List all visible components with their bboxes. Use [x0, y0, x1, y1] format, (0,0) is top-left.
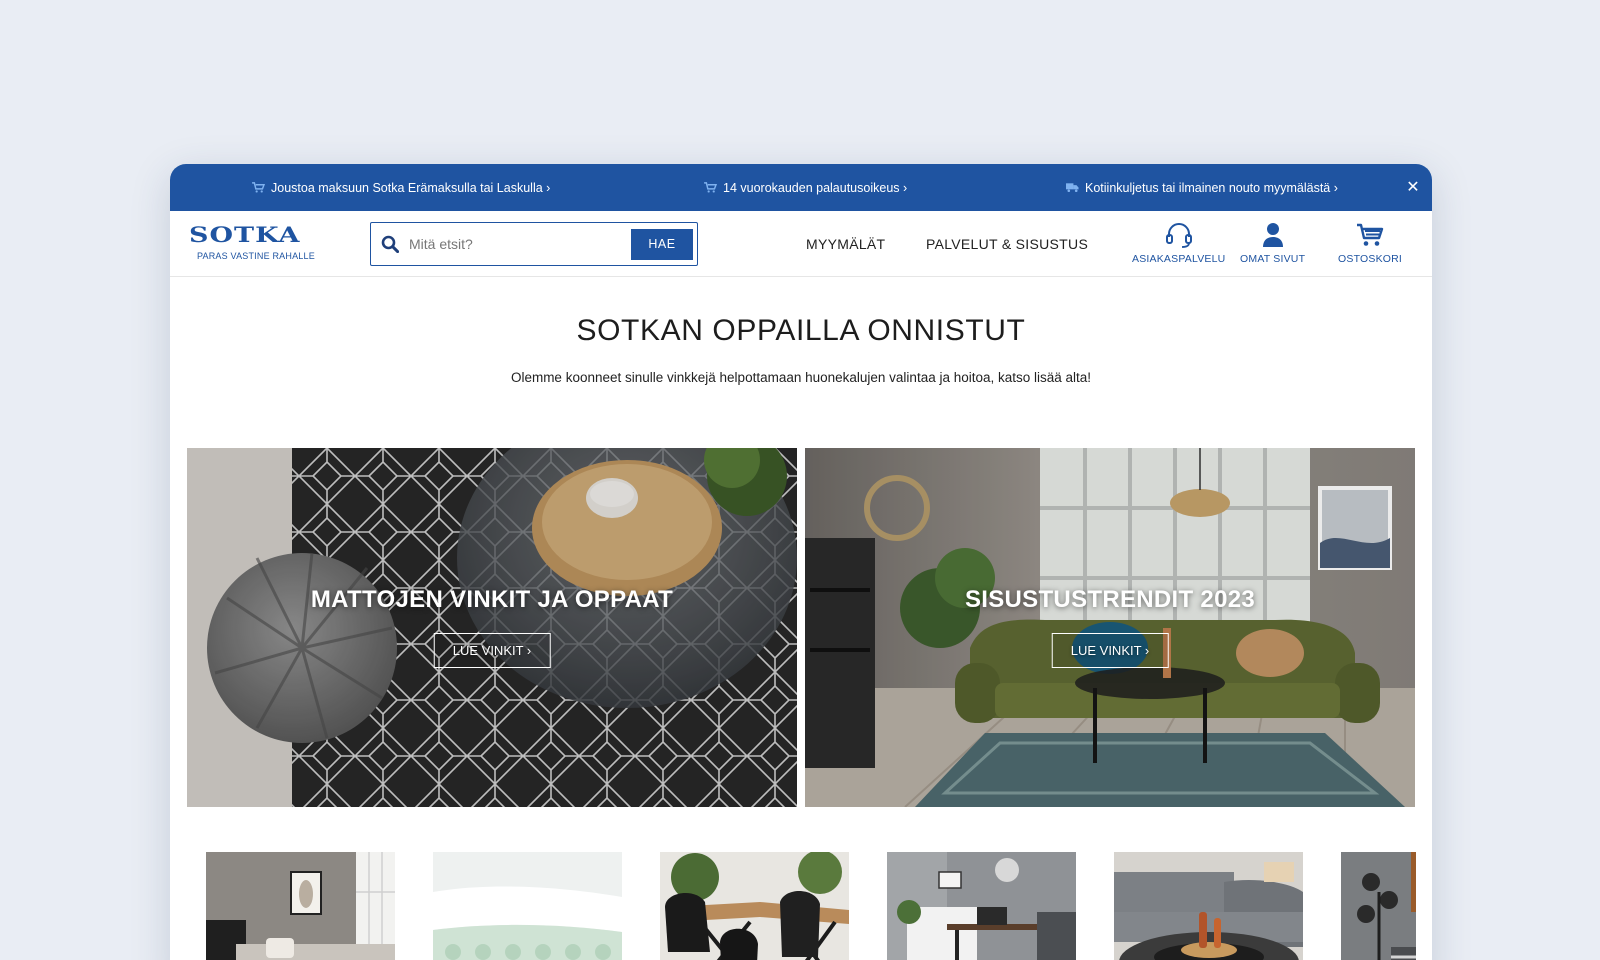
category-thumbnails	[206, 852, 1416, 960]
nav-link-stores[interactable]: MYYMÄLÄT	[806, 236, 885, 252]
mattress-thumbnail-image	[433, 852, 622, 960]
site-header: SOTKA PARAS VASTINE RAHALLE HAE MYYMÄLÄT…	[170, 211, 1432, 277]
close-icon[interactable]: ✕	[1404, 178, 1422, 196]
read-tips-button[interactable]: LUE VINKIT ›	[1051, 633, 1169, 668]
search-bar: HAE	[370, 222, 698, 266]
promo-bar: Joustoa maksuun Sotka Erämaksulla tai La…	[170, 164, 1432, 211]
intro-section: SOTKAN OPPAILLA ONNISTUT Olemme koonneet…	[170, 314, 1432, 385]
banner-rug-guides[interactable]: MATTOJEN VINKIT JA OPPAAT LUE VINKIT ›	[187, 448, 797, 807]
util-label: OSTOSKORI	[1338, 253, 1403, 265]
util-label: ASIAKASPALVELU	[1132, 253, 1226, 265]
thumbnail-lighting[interactable]	[1341, 852, 1416, 960]
lighting-thumbnail-image	[1341, 852, 1416, 960]
banner-interior-trends[interactable]: SISUSTUSTRENDIT 2023 LUE VINKIT ›	[805, 448, 1415, 807]
thumbnail-mattress[interactable]	[433, 852, 622, 960]
promo-link-delivery[interactable]: Kotiinkuljetus tai ilmainen nouto myymäl…	[1066, 164, 1338, 211]
living-room-image	[805, 448, 1415, 807]
search-input[interactable]	[409, 225, 631, 263]
promo-link-returns[interactable]: 14 vuorokauden palautusoikeus ›	[704, 164, 907, 211]
page-title: SOTKAN OPPAILLA ONNISTUT	[576, 314, 1026, 347]
search-icon	[371, 235, 409, 253]
cart-icon	[252, 182, 265, 193]
search-button[interactable]: HAE	[631, 228, 693, 260]
thumbnail-lounge[interactable]	[1114, 852, 1303, 960]
customer-service-link[interactable]: ASIAKASPALVELU	[1132, 222, 1225, 265]
living-room-thumbnail-image	[206, 852, 395, 960]
promo-text: 14 vuorokauden palautusoikeus ›	[723, 180, 908, 195]
home-office-thumbnail-image	[887, 852, 1076, 960]
headset-icon	[1165, 223, 1192, 248]
guide-banners: MATTOJEN VINKIT JA OPPAAT LUE VINKIT › S…	[187, 448, 1415, 807]
banner-title: SISUSTUSTRENDIT 2023	[964, 586, 1256, 613]
thumbnail-living-room[interactable]	[206, 852, 395, 960]
browser-window: Joustoa maksuun Sotka Erämaksulla tai La…	[170, 164, 1432, 960]
cart-icon	[704, 182, 717, 193]
my-account-link[interactable]: OMAT SIVUT	[1240, 222, 1305, 265]
user-icon	[1262, 223, 1283, 247]
logo-wordmark: SOTKA	[189, 223, 301, 248]
logo[interactable]: SOTKA PARAS VASTINE RAHALLE	[189, 225, 331, 261]
lounge-thumbnail-image	[1114, 852, 1303, 960]
cart-icon	[1357, 223, 1384, 246]
read-tips-button[interactable]: LUE VINKIT ›	[433, 633, 551, 668]
promo-text: Kotiinkuljetus tai ilmainen nouto myymäl…	[1085, 180, 1338, 195]
nav-link-services[interactable]: PALVELUT & SISUSTUS	[926, 236, 1088, 252]
truck-icon	[1066, 183, 1079, 193]
promo-link-payment[interactable]: Joustoa maksuun Sotka Erämaksulla tai La…	[252, 164, 550, 211]
thumbnail-home-office[interactable]	[887, 852, 1076, 960]
dining-thumbnail-image	[660, 852, 849, 960]
thumbnail-dining[interactable]	[660, 852, 849, 960]
banner-title: MATTOJEN VINKIT JA OPPAAT	[310, 586, 674, 613]
rug-room-image	[187, 448, 797, 807]
promo-text: Joustoa maksuun Sotka Erämaksulla tai La…	[271, 180, 551, 195]
page-subtitle: Olemme koonneet sinulle vinkkejä helpott…	[510, 370, 1092, 385]
logo-tagline: PARAS VASTINE RAHALLE	[197, 251, 315, 261]
util-label: OMAT SIVUT	[1240, 253, 1306, 265]
cart-link[interactable]: OSTOSKORI	[1338, 222, 1402, 265]
